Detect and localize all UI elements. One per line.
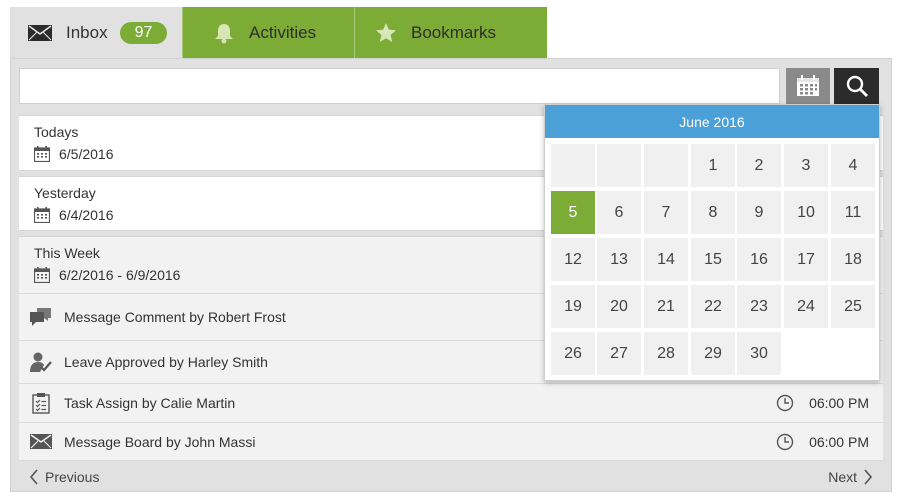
user-check-icon <box>29 351 53 373</box>
calendar-day-29[interactable]: 29 <box>691 332 735 375</box>
next-button[interactable]: Next <box>824 469 883 485</box>
list-item-time: 06:00 PM <box>773 433 869 451</box>
tab-inbox[interactable]: Inbox 97 <box>10 7 182 59</box>
calendar-day-3[interactable]: 3 <box>784 144 828 187</box>
list-item-time-text: 06:00 PM <box>809 433 869 450</box>
list-item-text: Task Assign by Calie Martin <box>64 395 236 411</box>
tab-activities[interactable]: Activities <box>182 7 354 59</box>
previous-label: Previous <box>45 469 100 485</box>
calendar-day-14[interactable]: 14 <box>644 238 688 281</box>
calendar-day-26[interactable]: 26 <box>551 332 595 375</box>
calendar-day-13[interactable]: 13 <box>597 238 641 281</box>
calendar-day-22[interactable]: 22 <box>691 285 735 328</box>
calendar-day-18[interactable]: 18 <box>831 238 875 281</box>
group-week-date: 6/2/2016 - 6/9/2016 <box>59 267 181 283</box>
calendar-day-16[interactable]: 16 <box>737 238 781 281</box>
calendar-empty-cell <box>597 144 641 187</box>
calendar-day-20[interactable]: 20 <box>597 285 641 328</box>
calendar-icon <box>796 75 820 97</box>
search-bar <box>19 68 879 104</box>
comment-icon <box>29 306 53 328</box>
pagination: Previous Next <box>19 462 883 492</box>
calendar-button[interactable] <box>786 68 830 104</box>
calendar-day-19[interactable]: 19 <box>551 285 595 328</box>
tab-inbox-label: Inbox <box>66 23 108 42</box>
star-icon <box>375 22 397 44</box>
calendar-day-5[interactable]: 5 <box>551 191 595 234</box>
calendar-icon <box>34 146 50 162</box>
date-picker-popup: June 2016 1 2 3 4 5 6 7 8 9 10 11 12 13 14 15 16 17 18 19 2… <box>544 104 880 381</box>
list-item[interactable]: Message Board by John Massi 06:00 PM <box>19 423 883 461</box>
calendar-icon <box>34 207 50 223</box>
tab-bookmarks-label: Bookmarks <box>411 23 497 42</box>
calendar-month-title[interactable]: June 2016 <box>545 105 879 138</box>
group-today-date: 6/5/2016 <box>59 146 114 162</box>
calendar-day-9[interactable]: 9 <box>737 191 781 234</box>
calendar-day-28[interactable]: 28 <box>644 332 688 375</box>
calendar-day-30[interactable]: 30 <box>737 332 781 375</box>
list-item-time-text: 06:00 PM <box>809 395 869 411</box>
search-input[interactable] <box>19 68 780 104</box>
tab-activities-label: Activities <box>249 23 317 42</box>
bell-icon <box>213 22 235 44</box>
next-label: Next <box>828 469 857 485</box>
calendar-empty-cell <box>644 144 688 187</box>
calendar-day-4[interactable]: 4 <box>831 144 875 187</box>
calendar-day-23[interactable]: 23 <box>737 285 781 328</box>
calendar-day-2[interactable]: 2 <box>737 144 781 187</box>
clipboard-icon <box>29 392 53 414</box>
tab-bookmarks[interactable]: Bookmarks <box>354 7 547 59</box>
calendar-icon <box>34 267 50 283</box>
list-item-text: Message Board by John Massi <box>64 433 256 450</box>
calendar-day-10[interactable]: 10 <box>784 191 828 234</box>
calendar-day-15[interactable]: 15 <box>691 238 735 281</box>
tab-bar: Inbox 97 Activities Bookmarks <box>10 7 547 59</box>
calendar-empty-cell <box>551 144 595 187</box>
clock-icon <box>773 394 797 412</box>
calendar-day-8[interactable]: 8 <box>691 191 735 234</box>
calendar-day-27[interactable]: 27 <box>597 332 641 375</box>
calendar-day-17[interactable]: 17 <box>784 238 828 281</box>
calendar-day-21[interactable]: 21 <box>644 285 688 328</box>
calendar-day-7[interactable]: 7 <box>644 191 688 234</box>
previous-button[interactable]: Previous <box>19 469 103 485</box>
list-item-time: 06:00 PM <box>773 394 869 412</box>
calendar-day-6[interactable]: 6 <box>597 191 641 234</box>
inbox-count-badge: 97 <box>119 22 168 44</box>
search-button[interactable] <box>834 68 879 104</box>
search-icon <box>845 74 869 98</box>
list-item[interactable]: Task Assign by Calie Martin 06:00 PM <box>19 384 883 423</box>
clock-icon <box>773 433 797 451</box>
calendar-day-24[interactable]: 24 <box>784 285 828 328</box>
group-yesterday-date: 6/4/2016 <box>59 207 114 223</box>
envelope-icon <box>28 25 52 41</box>
envelope-icon <box>29 434 53 449</box>
calendar-day-12[interactable]: 12 <box>551 238 595 281</box>
chevron-right-icon <box>863 469 873 485</box>
calendar-day-25[interactable]: 25 <box>831 285 875 328</box>
chevron-left-icon <box>29 469 39 485</box>
calendar-day-1[interactable]: 1 <box>691 144 735 187</box>
calendar-day-11[interactable]: 11 <box>831 191 875 234</box>
